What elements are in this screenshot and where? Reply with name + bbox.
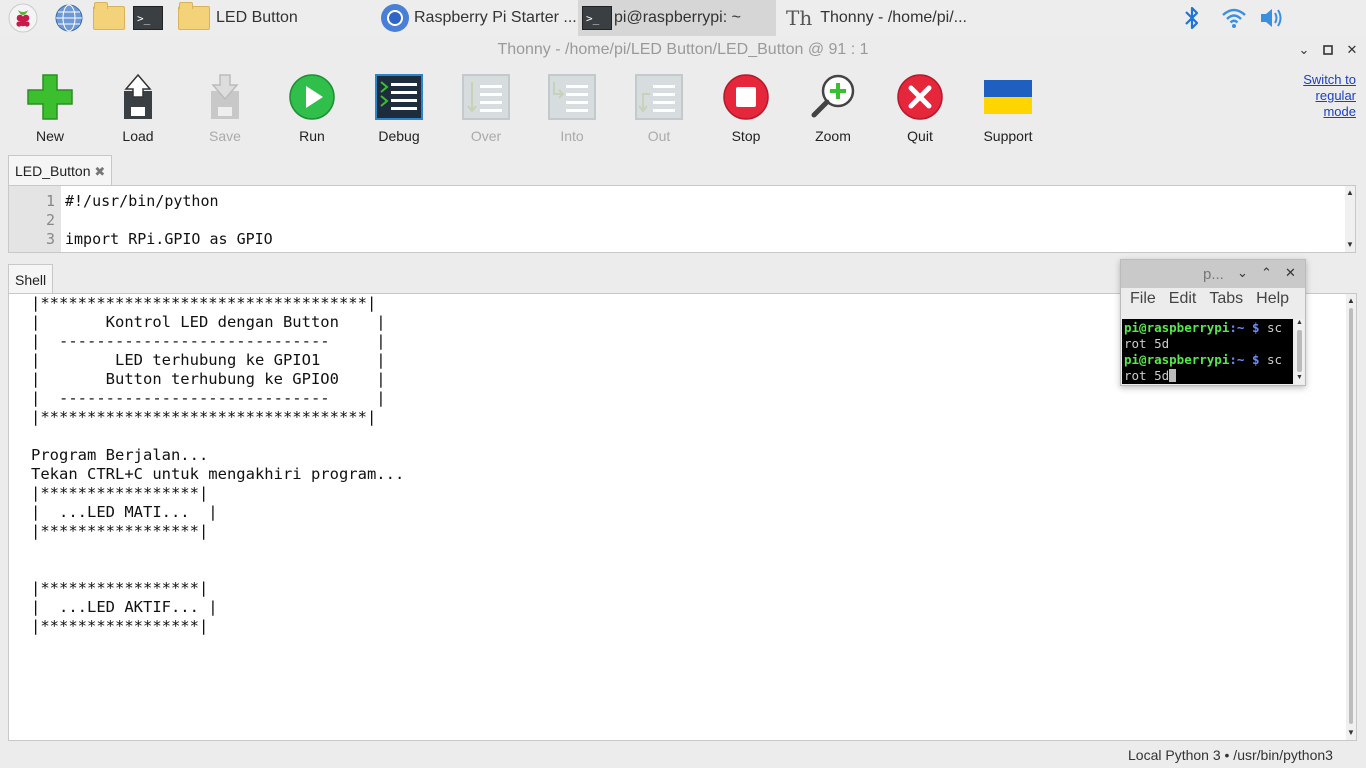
window-titlebar: Thonny - /home/pi/LED Button/LED_Button … xyxy=(0,36,1366,64)
minimize-icon[interactable]: ⌄ xyxy=(1296,42,1312,58)
task-label: pi@raspberrypi: ~ xyxy=(614,9,741,26)
terminal-line: pi@raspberrypi:~ $ sc xyxy=(1124,352,1283,367)
step-out-button[interactable]: Out xyxy=(619,72,699,144)
maximize-icon[interactable] xyxy=(1320,42,1336,58)
step-over-button[interactable]: Over xyxy=(446,72,526,144)
stop-label: Stop xyxy=(731,128,761,144)
wifi-icon[interactable] xyxy=(1220,3,1248,33)
terminal-icon: >_ xyxy=(582,6,612,30)
save-label: Save xyxy=(209,128,241,144)
new-label: New xyxy=(35,128,64,144)
run-label: Run xyxy=(299,128,325,144)
new-button[interactable]: New xyxy=(10,72,90,144)
debug-icon xyxy=(374,72,424,122)
step-into-button[interactable]: Into xyxy=(532,72,612,144)
tab-shell[interactable]: Shell xyxy=(8,264,54,295)
quit-label: Quit xyxy=(907,128,933,144)
editor-scrollbar[interactable]: ▲ ▼ xyxy=(1345,186,1355,252)
step-over-icon xyxy=(461,72,511,122)
support-button[interactable]: Support xyxy=(968,72,1048,144)
stop-icon xyxy=(721,72,771,122)
support-label: Support xyxy=(983,128,1033,144)
terminal-line: rot 5d xyxy=(1124,336,1170,351)
shell-output: |***********************************| | … xyxy=(31,294,405,635)
terminal-title: p... xyxy=(1203,266,1224,283)
minimize-icon[interactable]: ⌄ xyxy=(1237,265,1248,281)
code-line: import RPi.GPIO as GPIO xyxy=(65,230,273,248)
raspberry-menu-icon[interactable] xyxy=(6,3,40,33)
play-icon xyxy=(287,72,337,122)
debug-label: Debug xyxy=(378,128,420,144)
quit-icon xyxy=(895,72,945,122)
task-label: Raspberry Pi Starter ... xyxy=(414,9,577,26)
load-button[interactable]: Load xyxy=(98,72,178,144)
terminal-titlebar: p... ⌄ ⌃ ✕ xyxy=(1121,260,1305,288)
zoom-icon xyxy=(808,72,858,122)
load-icon xyxy=(113,72,163,122)
code-line: #!/usr/bin/python xyxy=(65,192,219,210)
task-led-button[interactable]: LED Button xyxy=(174,0,370,36)
tab-label: Shell xyxy=(15,272,47,288)
chromium-icon xyxy=(380,3,410,33)
maximize-icon[interactable]: ⌃ xyxy=(1261,265,1272,281)
interpreter-status[interactable]: Local Python 3 • /usr/bin/python3 xyxy=(1128,747,1333,763)
debug-button[interactable]: Debug xyxy=(359,72,439,144)
tab-label: LED_Button xyxy=(15,163,91,179)
zoom-button[interactable]: Zoom xyxy=(793,72,873,144)
close-icon[interactable]: ✕ xyxy=(1285,265,1296,281)
web-browser-icon[interactable] xyxy=(52,3,86,33)
into-label: Into xyxy=(560,128,584,144)
line-number-gutter: 1 2 3 xyxy=(9,186,61,252)
step-out-icon xyxy=(634,72,684,122)
task-label: Thonny - /home/pi/... xyxy=(820,9,967,26)
terminal-line: pi@raspberrypi:~ $ sc xyxy=(1124,320,1283,335)
task-chromium[interactable]: Raspberry Pi Starter ... xyxy=(376,0,577,36)
load-label: Load xyxy=(122,128,154,144)
terminal-screen[interactable]: pi@raspberrypi:~ $ sc rot 5d pi@raspberr… xyxy=(1122,319,1293,384)
terminal-menubar: File Edit Tabs Help xyxy=(1121,290,1293,316)
step-into-icon xyxy=(547,72,597,122)
code-editor[interactable]: 1 2 3 #!/usr/bin/python import RPi.GPIO … xyxy=(8,185,1356,253)
terminal-scrollbar[interactable]: ▲ ▼ xyxy=(1295,319,1304,384)
plus-icon xyxy=(25,72,75,122)
volume-icon[interactable] xyxy=(1258,3,1288,33)
scrollbar-thumb[interactable] xyxy=(1349,308,1353,724)
close-tab-icon[interactable]: ✖ xyxy=(94,164,105,179)
line-number: 3 xyxy=(45,230,55,248)
save-icon xyxy=(200,72,250,122)
bluetooth-icon[interactable] xyxy=(1180,3,1204,33)
tab-led-button[interactable]: LED_Button ✖ xyxy=(8,155,113,186)
stop-button[interactable]: Stop xyxy=(706,72,786,144)
line-number: 1 xyxy=(45,192,55,210)
text-cursor xyxy=(1169,369,1177,382)
task-thonny[interactable]: Th Thonny - /home/pi/... xyxy=(782,0,982,36)
zoom-label: Zoom xyxy=(815,128,851,144)
terminal-line: rot 5d xyxy=(1124,368,1291,384)
line-number: 2 xyxy=(45,211,55,229)
folder-icon xyxy=(178,2,210,30)
task-label: LED Button xyxy=(216,9,298,26)
save-button[interactable]: Save xyxy=(185,72,265,144)
run-button[interactable]: Run xyxy=(272,72,352,144)
close-icon[interactable]: ✕ xyxy=(1344,42,1360,58)
menu-file[interactable]: File xyxy=(1130,290,1156,316)
menu-help[interactable]: Help xyxy=(1256,290,1289,316)
ukraine-flag-icon xyxy=(983,72,1033,122)
over-label: Over xyxy=(470,128,502,144)
taskbar: >_ LED Button Raspberry Pi Starter ... >… xyxy=(0,0,1366,36)
menu-tabs[interactable]: Tabs xyxy=(1209,290,1243,316)
file-manager-icon[interactable] xyxy=(92,2,126,33)
switch-to-regular-mode-link[interactable]: Switch to regular mode xyxy=(1280,72,1356,120)
menu-edit[interactable]: Edit xyxy=(1169,290,1197,316)
task-terminal[interactable]: >_ pi@raspberrypi: ~ xyxy=(578,0,776,36)
quit-button[interactable]: Quit xyxy=(880,72,960,144)
window-title: Thonny - /home/pi/LED Button/LED_Button … xyxy=(497,41,869,58)
terminal-window[interactable]: p... ⌄ ⌃ ✕ File Edit Tabs Help pi@raspbe… xyxy=(1120,259,1306,386)
terminal-launcher-icon[interactable]: >_ xyxy=(131,3,165,33)
out-label: Out xyxy=(647,128,671,144)
shell-scrollbar[interactable]: ▲ ▼ xyxy=(1346,294,1356,740)
thonny-icon: Th xyxy=(786,6,813,30)
